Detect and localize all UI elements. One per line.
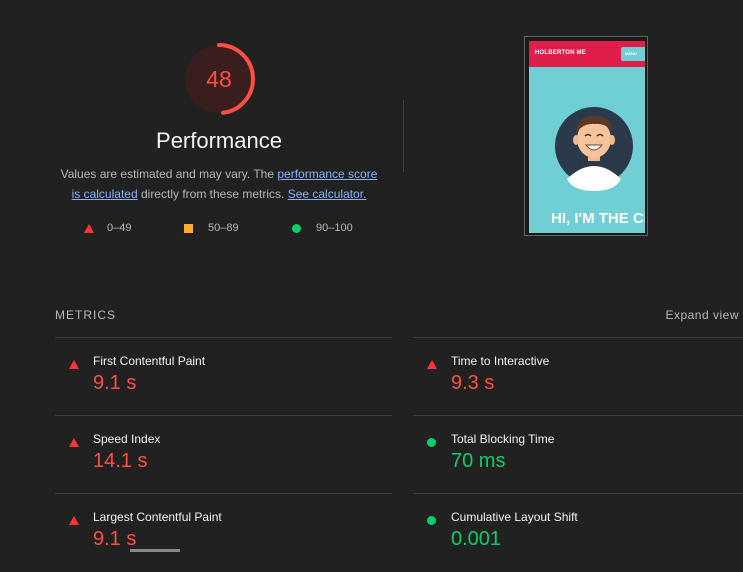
legend-pass: 90–100 [292, 222, 353, 234]
metric-value: 14.1 s [93, 450, 148, 472]
fail-icon [427, 356, 437, 374]
final-screenshot[interactable]: HOLBERTON ME MENU HI, I'M THE CHECKER! [524, 36, 648, 236]
square-icon [184, 223, 193, 233]
see-calculator-link[interactable]: See calculator. [288, 187, 367, 201]
pass-icon [427, 512, 436, 530]
metric-value: 9.1 s [93, 372, 137, 394]
fail-icon [69, 356, 79, 374]
fail-icon [69, 512, 79, 530]
performance-description: Values are estimated and may vary. The p… [56, 164, 382, 204]
screenshot-brand: HOLBERTON ME [535, 50, 586, 56]
metric-value: 0.001 [451, 528, 502, 550]
vertical-divider [403, 100, 404, 172]
metric-time-to-interactive: Time to Interactive 9.3 s [413, 338, 743, 416]
triangle-icon [84, 223, 94, 233]
legend-pass-label: 90–100 [316, 222, 353, 234]
screenshot-page: HOLBERTON ME MENU HI, I'M THE CHECKER! [529, 41, 645, 233]
metric-total-blocking-time: Total Blocking Time 70 ms [413, 416, 743, 494]
metric-title: Largest Contentful Paint [93, 510, 222, 524]
metric-title: First Contentful Paint [93, 354, 206, 368]
legend-average: 50–89 [184, 222, 239, 234]
avatar-illustration [555, 107, 633, 191]
pass-icon [427, 434, 436, 452]
desc-text-2: directly from these metrics. [137, 187, 288, 201]
performance-gauge: 48 [182, 42, 256, 116]
expand-view-button[interactable]: Expand view [665, 308, 739, 322]
metric-title: Time to Interactive [451, 354, 550, 368]
screenshot-menu-button: MENU [621, 47, 645, 61]
metric-title: Cumulative Layout Shift [451, 510, 578, 524]
metric-cumulative-layout-shift: Cumulative Layout Shift 0.001 [413, 494, 743, 572]
screenshot-hero-text: HI, I'M THE CHECKER! [551, 210, 645, 227]
legend-average-label: 50–89 [208, 222, 239, 234]
legend-fail: 0–49 [84, 222, 131, 234]
metric-largest-contentful-paint: Largest Contentful Paint 9.1 s [55, 494, 385, 572]
metric-title: Total Blocking Time [451, 432, 555, 446]
fail-icon [69, 434, 79, 452]
performance-title: Performance [156, 128, 282, 153]
metric-speed-index: Speed Index 14.1 s [55, 416, 385, 494]
desc-text-1: Values are estimated and may vary. The [60, 167, 278, 181]
legend-fail-label: 0–49 [107, 222, 132, 234]
metrics-heading: METRICS [55, 308, 116, 322]
screenshot-header: HOLBERTON ME MENU [529, 41, 645, 67]
performance-score: 48 [206, 65, 232, 92]
metric-value: 9.3 s [451, 372, 495, 394]
metric-first-contentful-paint: First Contentful Paint 9.1 s [55, 338, 385, 416]
metric-value: 70 ms [451, 450, 506, 472]
circle-icon [292, 223, 301, 233]
metric-title: Speed Index [93, 432, 161, 446]
metric-value: 9.1 s [93, 528, 137, 550]
